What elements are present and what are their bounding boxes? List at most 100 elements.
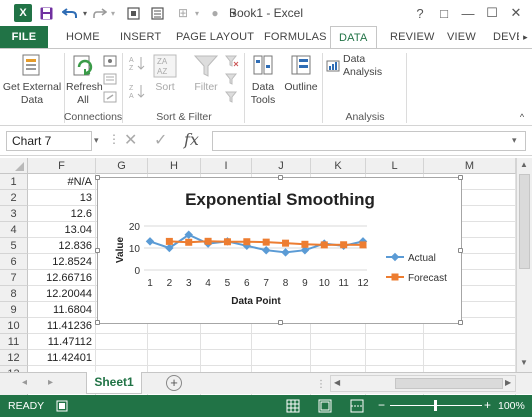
vertical-scrollbar[interactable]: ▲ ▼ [516, 158, 532, 372]
cell-f1[interactable]: #N/A [28, 174, 96, 190]
row-header-10[interactable]: 10 [0, 318, 28, 334]
tab-file[interactable]: FILE [0, 26, 48, 48]
cell-g12[interactable] [96, 350, 148, 366]
tab-insert[interactable]: INSERT [120, 26, 161, 48]
column-header-k[interactable]: K [311, 158, 366, 174]
page-layout-view-icon[interactable] [318, 399, 332, 416]
data-analysis-button[interactable]: Data Analysis [326, 53, 404, 79]
zoom-out-button[interactable]: − [378, 398, 385, 412]
macro-recording-icon[interactable] [56, 400, 68, 415]
cell-f9[interactable]: 11.6804 [28, 302, 96, 318]
sort-za-icon[interactable]: ZA [128, 83, 148, 103]
name-box[interactable]: Chart 7 [6, 131, 92, 151]
resize-handle[interactable] [95, 248, 100, 253]
scroll-sheets-left-icon[interactable]: ◂ [22, 377, 27, 388]
row-header-2[interactable]: 2 [0, 190, 28, 206]
horizontal-scrollbar[interactable]: ◀ ▶ [330, 375, 516, 392]
refresh-all-button[interactable]: Refresh All [66, 53, 103, 107]
horizontal-scroll-thumb[interactable] [395, 378, 503, 389]
outline-button[interactable]: Outline [282, 53, 320, 94]
tab-page-layout[interactable]: PAGE LAYOUT [176, 26, 254, 48]
advanced-filter-icon[interactable] [224, 91, 240, 107]
page-break-view-icon[interactable] [350, 399, 364, 416]
cell-i12[interactable] [201, 350, 252, 366]
row-header-7[interactable]: 7 [0, 270, 28, 286]
properties-icon[interactable] [102, 73, 118, 89]
tab-home[interactable]: HOME [66, 26, 100, 48]
new-sheet-icon[interactable]: + [166, 375, 182, 391]
help-icon[interactable]: ? [408, 4, 432, 22]
connections-icon[interactable] [102, 55, 118, 71]
column-header-g[interactable]: G [96, 158, 148, 174]
resize-handle[interactable] [458, 248, 463, 253]
sort-az-icon[interactable]: AZ [128, 55, 148, 75]
cell-f12[interactable]: 11.42401 [28, 350, 96, 366]
scroll-sheets-right-icon[interactable]: ▸ [48, 377, 53, 388]
maximize-icon[interactable]: ☐ [480, 4, 504, 22]
row-header-4[interactable]: 4 [0, 222, 28, 238]
scroll-down-icon[interactable]: ▼ [520, 358, 528, 367]
row-header-5[interactable]: 5 [0, 238, 28, 254]
tab-formulas[interactable]: FORMULAS [264, 26, 327, 48]
sheet-tab-sheet1[interactable]: Sheet1 [86, 372, 142, 394]
tab-review[interactable]: REVIEW [390, 26, 435, 48]
cell-f7[interactable]: 12.66716 [28, 270, 96, 286]
cell-f2[interactable]: 13 [28, 190, 96, 206]
column-header-j[interactable]: J [252, 158, 311, 174]
scroll-right-icon[interactable]: ▶ [505, 378, 511, 387]
cell-l11[interactable] [366, 334, 424, 350]
resize-handle[interactable] [95, 175, 100, 180]
edit-links-icon[interactable] [102, 91, 118, 107]
zoom-level[interactable]: 100% [498, 400, 525, 412]
tab-data[interactable]: DATA [330, 26, 377, 49]
cell-j12[interactable] [252, 350, 311, 366]
chart-object[interactable]: Exponential Smoothing Value Data Point 0… [95, 175, 463, 325]
column-header-f[interactable]: F [28, 158, 96, 174]
cell-m11[interactable] [424, 334, 516, 350]
cell-j11[interactable] [252, 334, 311, 350]
row-header-3[interactable]: 3 [0, 206, 28, 222]
more-options-icon[interactable]: ⋮ [108, 132, 120, 146]
expand-formula-bar-icon[interactable]: ▾ [512, 135, 517, 146]
cell-m12[interactable] [424, 350, 516, 366]
resize-handle[interactable] [95, 320, 100, 325]
collapse-ribbon-icon[interactable]: ^ [516, 111, 528, 124]
cell-h12[interactable] [148, 350, 201, 366]
clear-filter-icon[interactable] [224, 55, 240, 71]
cell-g11[interactable] [96, 334, 148, 350]
close-icon[interactable]: ✕ [504, 4, 528, 22]
row-header-11[interactable]: 11 [0, 334, 28, 350]
cell-k11[interactable] [311, 334, 366, 350]
column-header-i[interactable]: I [201, 158, 252, 174]
zoom-in-button[interactable]: + [484, 398, 491, 412]
cell-f6[interactable]: 12.8524 [28, 254, 96, 270]
row-header-8[interactable]: 8 [0, 286, 28, 302]
cell-f4[interactable]: 13.04 [28, 222, 96, 238]
tab-scroll-icon[interactable]: ▸ [519, 26, 532, 48]
data-tools-button[interactable]: Data Tools [246, 53, 280, 107]
row-header-12[interactable]: 12 [0, 350, 28, 366]
name-box-dropdown-icon[interactable]: ▾ [94, 135, 99, 146]
row-header-6[interactable]: 6 [0, 254, 28, 270]
resize-handle[interactable] [278, 320, 283, 325]
sort-button[interactable]: ZA AZ Sort [150, 53, 180, 94]
scroll-left-icon[interactable]: ◀ [334, 378, 340, 387]
scroll-up-icon[interactable]: ▲ [520, 160, 528, 169]
cell-l12[interactable] [366, 350, 424, 366]
resize-handle[interactable] [278, 175, 283, 180]
cell-i11[interactable] [201, 334, 252, 350]
insert-function-icon[interactable]: fx [184, 130, 199, 149]
column-header-m[interactable]: M [424, 158, 516, 174]
cell-f5[interactable]: 12.836 [28, 238, 96, 254]
column-header-l[interactable]: L [366, 158, 424, 174]
minimize-icon[interactable]: — [456, 4, 480, 22]
ribbon-display-icon[interactable]: □ [432, 4, 456, 22]
cancel-icon[interactable]: ✕ [124, 130, 137, 150]
resize-handle[interactable] [458, 320, 463, 325]
resize-handle[interactable] [458, 175, 463, 180]
more-sheets-icon[interactable]: ⋮ [316, 379, 326, 390]
row-header-9[interactable]: 9 [0, 302, 28, 318]
normal-view-icon[interactable] [286, 399, 300, 416]
select-all-button[interactable] [0, 158, 28, 174]
vertical-scroll-thumb[interactable] [519, 174, 530, 269]
